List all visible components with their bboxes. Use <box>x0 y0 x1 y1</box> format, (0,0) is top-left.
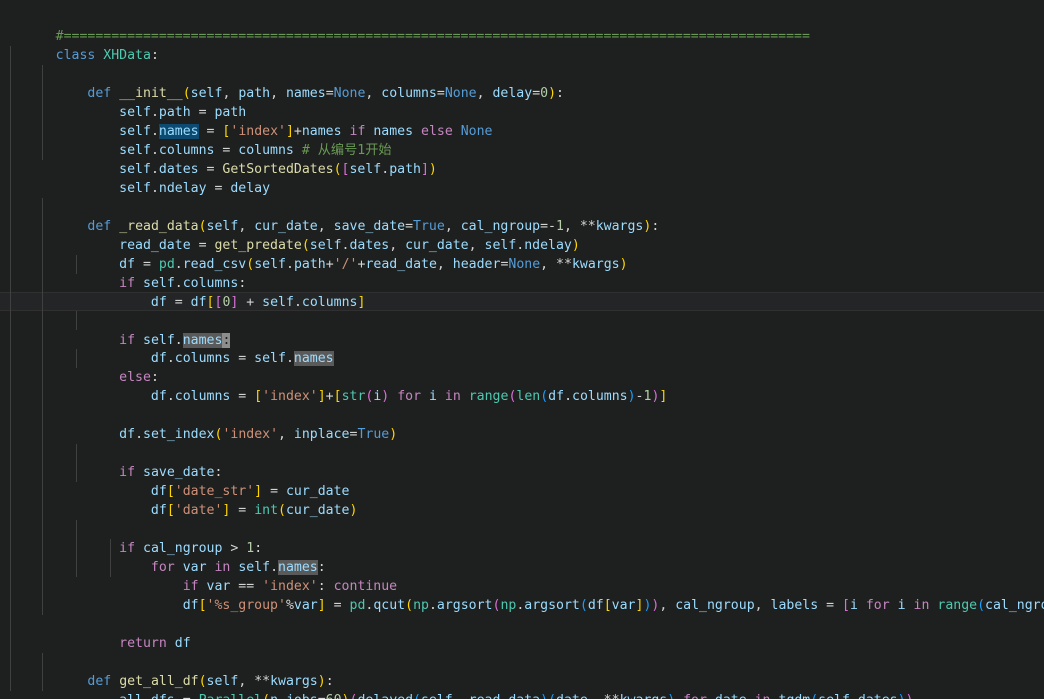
line-tokens <box>56 312 64 331</box>
line-tokens: all_dfs = Parallel(n_jobs=60)(delayed(se… <box>56 691 913 699</box>
indent-guides <box>0 444 1044 463</box>
selected-word: names <box>158 124 199 139</box>
line-tokens: if save_date: <box>119 465 223 480</box>
line-tokens: if var == 'index': continue <box>182 579 398 594</box>
occurrence-highlight: names <box>278 560 318 575</box>
code-editor[interactable]: #=======================================… <box>0 0 1044 699</box>
line-tokens <box>56 198 64 217</box>
line-tokens: if self.columns: <box>119 276 247 291</box>
token-comment: #=======================================… <box>55 29 810 44</box>
line-tokens: else: <box>119 370 159 385</box>
line-tokens: def get_all_df(self, **kwargs): <box>87 674 334 689</box>
occurrence-highlight: names <box>293 351 334 366</box>
line-tokens: df['date'] = int(cur_date) <box>150 503 358 518</box>
line-tokens: for var in self.names: <box>150 560 326 575</box>
line-tokens: self.ndelay = delay <box>119 181 271 196</box>
text-cursor: : <box>222 333 231 348</box>
line-tokens: read_date = get_predate(self.dates, cur_… <box>119 238 580 253</box>
line-tokens: class XHData: <box>55 48 159 63</box>
line-tokens: self.dates = GetSortedDates([self.path]) <box>119 162 437 177</box>
line-tokens: return df <box>119 636 191 651</box>
indent-guides <box>0 653 1044 672</box>
indent-guides <box>0 520 1044 539</box>
line-tokens: self.path = path <box>119 105 247 120</box>
line-tokens <box>56 615 64 634</box>
code-line[interactable]: all_dfs = Parallel(n_jobs=60)(delayed(se… <box>0 653 1044 699</box>
line-tokens: df = df[[0] + self.columns] <box>150 295 366 310</box>
code-line[interactable]: df['date_str'] = cur_date <box>0 444 1044 499</box>
code-line[interactable]: df.columns = self.names <box>0 311 1044 366</box>
line-tokens: df = pd.read_csv(self.path+'/'+read_date… <box>119 257 628 272</box>
line-tokens: #=======================================… <box>56 27 810 46</box>
indent-guides <box>0 65 1044 84</box>
code-line[interactable]: for var in self.names: <box>0 520 1044 575</box>
line-tokens <box>56 653 64 672</box>
indent-guides <box>0 406 1044 425</box>
line-tokens: if cal_ngroup > 1: <box>119 541 263 556</box>
indent-guides <box>0 615 1044 634</box>
code-line[interactable] <box>0 406 1044 425</box>
line-tokens <box>56 406 64 425</box>
line-tokens: def __init__(self, path, names=None, col… <box>87 86 564 101</box>
line-tokens: def _read_data(self, cur_date, save_date… <box>87 219 660 234</box>
code-line[interactable] <box>0 615 1044 634</box>
code-line[interactable]: #=======================================… <box>0 8 1044 44</box>
line-tokens: if self.names: <box>119 333 231 348</box>
occurrence-highlight: names <box>182 333 223 348</box>
line-tokens: df['date_str'] = cur_date <box>150 484 350 499</box>
indent-guides <box>0 198 1044 217</box>
line-tokens: df.columns = self.names <box>150 351 334 366</box>
indent-guides <box>0 311 1044 330</box>
line-tokens: df.set_index('index', inplace=True) <box>119 427 398 442</box>
line-tokens <box>56 444 64 463</box>
line-tokens: df.columns = ['index']+[str(i) for i in … <box>150 389 668 404</box>
code-line[interactable]: read_date = get_predate(self.dates, cur_… <box>0 198 1044 253</box>
token-comment-zh: # 从编号1开始 <box>301 143 392 158</box>
line-tokens: self.columns = columns # 从编号1开始 <box>119 143 392 158</box>
code-lines-container: #=======================================… <box>0 8 1044 699</box>
line-tokens: df['%s_group'%var] = pd.qcut(np.argsort(… <box>182 598 1044 613</box>
line-tokens <box>56 520 64 539</box>
line-tokens: self.names = ['index']+names if names el… <box>119 124 493 139</box>
code-line[interactable]: self.path = path <box>0 65 1044 120</box>
